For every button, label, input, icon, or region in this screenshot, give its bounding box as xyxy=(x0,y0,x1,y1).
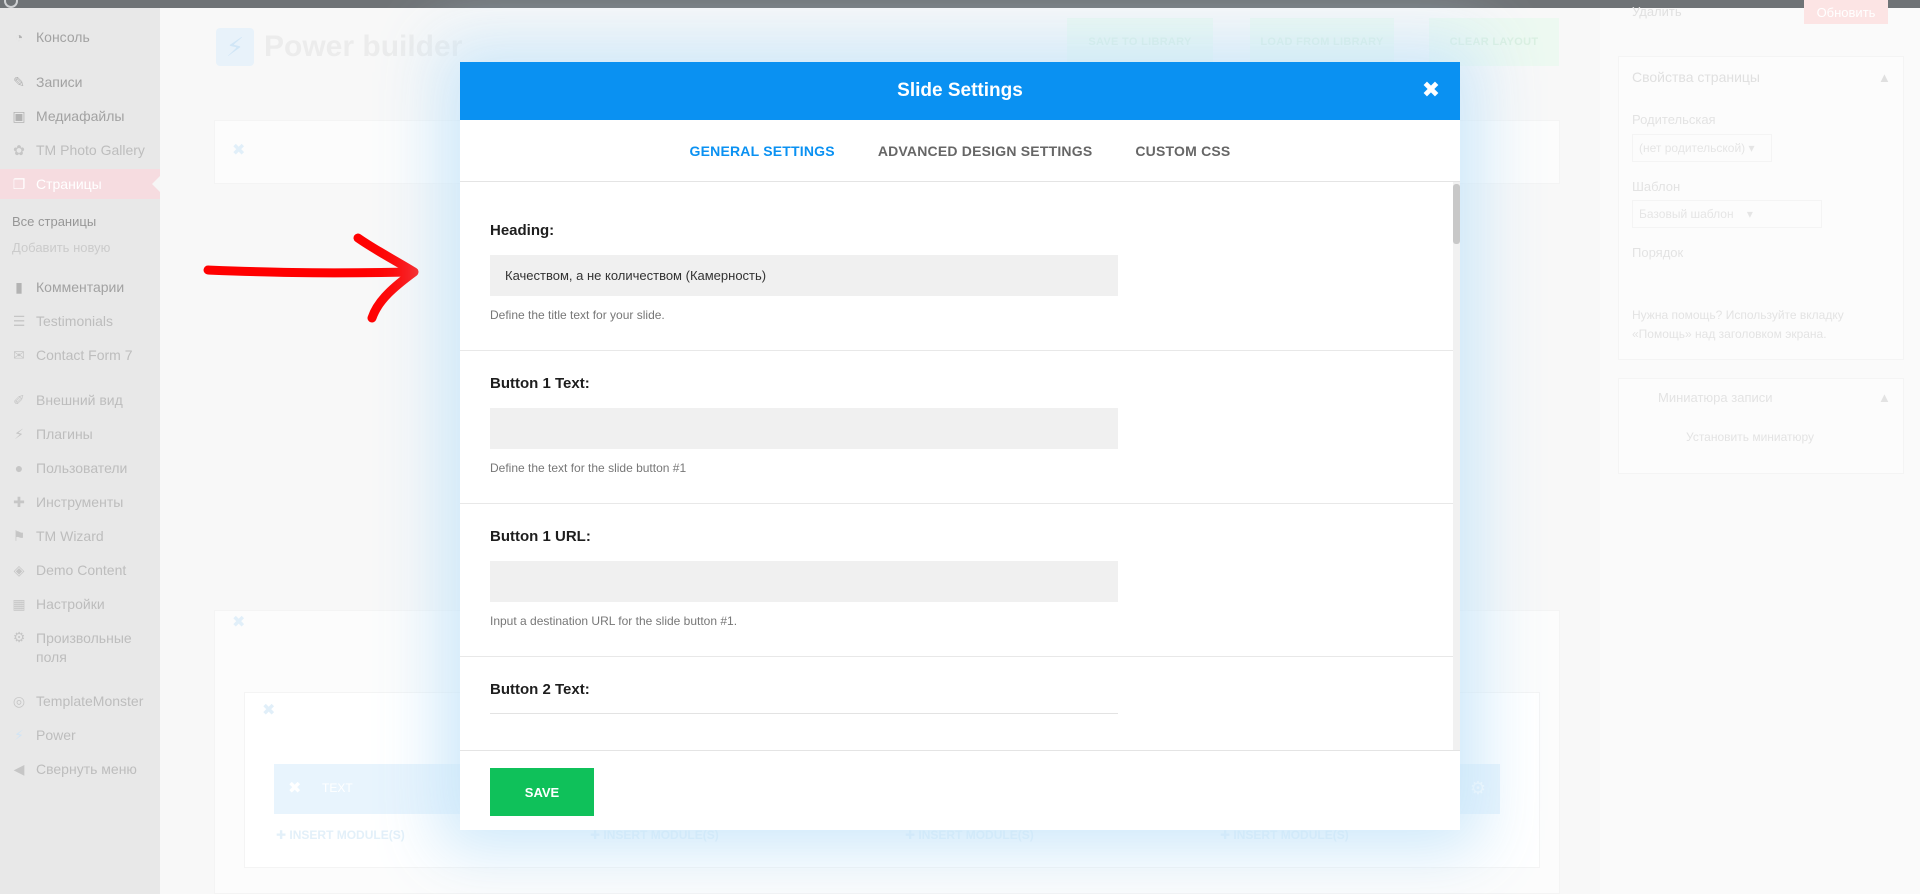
tab-custom-css[interactable]: CUSTOM CSS xyxy=(1135,143,1230,159)
red-arrow-annotation xyxy=(203,233,419,323)
modal-body: Heading: Define the title text for your … xyxy=(460,182,1460,750)
button-2-text-label: Button 2 Text: xyxy=(490,681,590,698)
button-1-url-field: Button 1 URL: Input a destination URL fo… xyxy=(460,504,1453,657)
button-1-url-description: Input a destination URL for the slide bu… xyxy=(490,614,738,628)
tab-advanced-design-settings[interactable]: ADVANCED DESIGN SETTINGS xyxy=(878,143,1093,159)
button-1-url-input[interactable] xyxy=(490,561,1118,602)
settings-tabs: GENERAL SETTINGS ADVANCED DESIGN SETTING… xyxy=(460,120,1460,182)
heading-description: Define the title text for your slide. xyxy=(490,308,665,322)
button-1-text-label: Button 1 Text: xyxy=(490,375,590,392)
tab-general-settings[interactable]: GENERAL SETTINGS xyxy=(690,143,835,159)
modal-title: Slide Settings xyxy=(897,80,1023,101)
modal-scrollbar[interactable] xyxy=(1453,182,1460,750)
button-1-text-description: Define the text for the slide button #1 xyxy=(490,461,687,475)
save-button[interactable]: SAVE xyxy=(490,768,594,816)
heading-input[interactable] xyxy=(490,255,1118,296)
modal-header: Slide Settings ✖ xyxy=(460,62,1460,120)
scrollbar-thumb[interactable] xyxy=(1453,184,1460,244)
modal-footer: SAVE xyxy=(460,750,1460,830)
button-1-text-field: Button 1 Text: Define the text for the s… xyxy=(460,351,1453,504)
heading-label: Heading: xyxy=(490,222,555,239)
heading-field: Heading: Define the title text for your … xyxy=(460,182,1453,351)
button-1-url-label: Button 1 URL: xyxy=(490,528,591,545)
slide-settings-modal: Slide Settings ✖ GENERAL SETTINGS ADVANC… xyxy=(460,62,1460,830)
close-icon[interactable]: ✖ xyxy=(1420,79,1442,101)
button-2-text-field: Button 2 Text: xyxy=(460,657,1453,750)
button-1-text-input[interactable] xyxy=(490,408,1118,449)
button-2-text-input[interactable] xyxy=(490,713,1118,714)
